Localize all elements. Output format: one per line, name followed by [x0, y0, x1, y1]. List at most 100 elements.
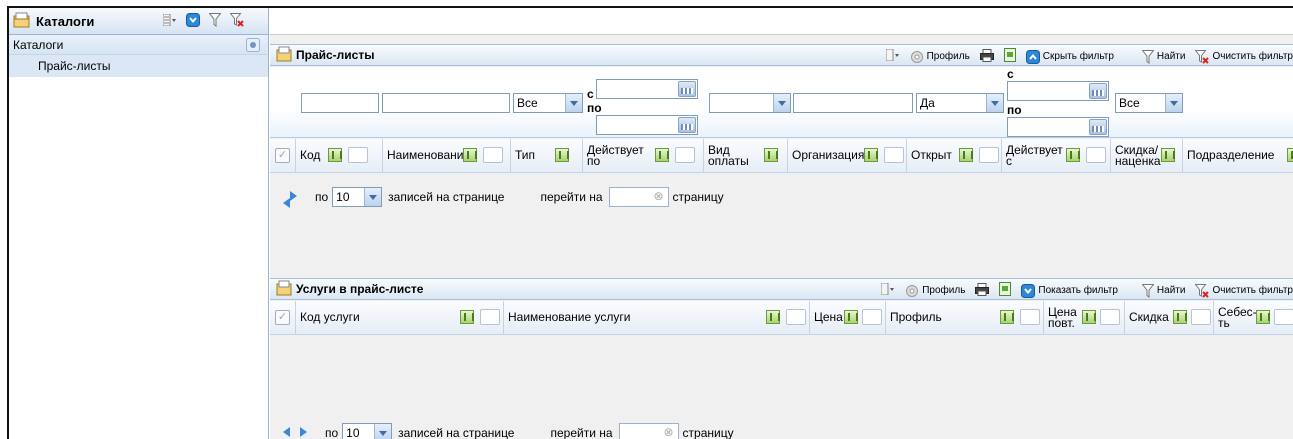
columns-menu-icon[interactable] [162, 13, 177, 29]
organization-filter-input[interactable] [793, 93, 913, 113]
find-button[interactable]: Найти [1141, 283, 1185, 298]
column-settings-icon[interactable] [764, 148, 778, 162]
column-filter-box[interactable] [1086, 147, 1106, 163]
column-settings-icon[interactable] [655, 148, 669, 162]
chevron-down-icon[interactable] [1165, 94, 1182, 112]
valid-from-from-input[interactable] [1007, 81, 1109, 101]
prev-page-icon[interactable] [281, 426, 291, 439]
clear-filter-icon[interactable] [229, 13, 244, 30]
column-settings-icon[interactable] [864, 148, 878, 162]
print-icon[interactable] [975, 282, 990, 299]
column-filter-box[interactable] [786, 309, 806, 325]
column-filter-box[interactable] [979, 147, 999, 163]
column-payment-type[interactable]: Вид оплаты [704, 139, 788, 172]
export-icon[interactable] [1003, 48, 1016, 65]
column-settings-icon[interactable] [1173, 310, 1187, 324]
column-settings-icon[interactable] [959, 148, 973, 162]
column-filter-box[interactable] [1020, 309, 1040, 325]
open-filter-select[interactable]: Да [916, 93, 1004, 113]
tree-settings-icon[interactable] [246, 38, 260, 55]
column-filter-box[interactable] [1100, 309, 1120, 325]
column-settings-icon[interactable] [555, 148, 569, 162]
valid-to-to-input[interactable] [596, 115, 698, 135]
clear-filter-button[interactable]: Очистить фильтр [1195, 49, 1293, 64]
columns-menu-icon[interactable] [885, 48, 900, 64]
column-settings-icon[interactable] [1161, 148, 1175, 162]
column-profile[interactable]: Профиль [886, 301, 1044, 334]
chevron-down-icon[interactable] [565, 94, 582, 112]
column-settings-icon[interactable] [460, 310, 474, 324]
select-all-checkbox[interactable]: ✓ [270, 301, 296, 334]
tree-root[interactable]: Каталоги [9, 35, 268, 55]
profile-button[interactable]: Профиль [910, 50, 970, 64]
column-filter-box[interactable] [884, 147, 904, 163]
chevron-down-icon[interactable] [364, 188, 382, 206]
column-settings-icon[interactable] [1256, 310, 1270, 324]
column-settings-icon[interactable] [1082, 310, 1096, 324]
collapse-filter-icon[interactable] [186, 13, 200, 30]
column-filter-box[interactable] [1191, 309, 1211, 325]
discount-filter-select[interactable]: Все [1115, 93, 1183, 113]
find-button[interactable]: Найти [1141, 49, 1185, 64]
column-filter-box[interactable] [480, 309, 500, 325]
code-filter-input[interactable] [301, 93, 379, 113]
column-settings-icon[interactable] [1287, 148, 1293, 162]
clear-icon[interactable]: ⊗ [663, 425, 673, 439]
hide-filter-button[interactable]: Скрыть фильтр [1025, 49, 1114, 64]
column-filter-box[interactable] [483, 147, 503, 163]
payment-type-select[interactable] [709, 93, 791, 113]
next-page-icon[interactable] [289, 190, 299, 205]
export-icon[interactable] [999, 282, 1012, 299]
column-settings-icon[interactable] [328, 148, 342, 162]
column-service-name[interactable]: Наименование услуги [504, 301, 810, 334]
column-open[interactable]: Открыт [907, 139, 1002, 172]
column-settings-icon[interactable] [766, 310, 780, 324]
column-price[interactable]: Цена [810, 301, 886, 334]
column-repeat-price[interactable]: Цена повт. [1044, 301, 1125, 334]
column-settings-icon[interactable] [1066, 148, 1080, 162]
column-name[interactable]: Наименование [383, 139, 511, 172]
column-code[interactable]: Код [296, 139, 383, 172]
column-organization[interactable]: Организация [788, 139, 907, 172]
per-page-select[interactable]: 10 [342, 423, 393, 439]
show-filter-button[interactable]: Показать фильтр [1021, 283, 1118, 298]
calendar-icon[interactable] [1089, 119, 1107, 135]
clear-filter-button[interactable]: Очистить фильтр [1195, 283, 1293, 298]
calendar-icon[interactable] [678, 117, 696, 133]
column-valid-from[interactable]: Действует с [1002, 139, 1111, 172]
calendar-icon[interactable] [678, 81, 696, 97]
column-settings-icon[interactable] [844, 310, 858, 324]
column-filter-box[interactable] [348, 147, 368, 163]
column-filter-box[interactable] [1274, 309, 1293, 325]
column-discount[interactable]: Скидка/ наценка [1111, 139, 1183, 172]
find-filter-icon[interactable] [208, 13, 222, 30]
column-filter-box[interactable] [675, 147, 695, 163]
valid-to-from-input[interactable] [596, 79, 698, 99]
calendar-icon[interactable] [1089, 83, 1107, 99]
column-type[interactable]: Тип [511, 139, 583, 172]
column-service-code[interactable]: Код услуги [296, 301, 504, 334]
chevron-down-icon[interactable] [374, 424, 392, 439]
clear-icon[interactable]: ⊗ [653, 189, 663, 203]
column-cost[interactable]: Себес-ть [1214, 301, 1293, 334]
column-discount[interactable]: Скидка [1125, 301, 1214, 334]
per-page-select[interactable]: 10 [332, 187, 383, 207]
print-icon[interactable] [979, 48, 994, 65]
type-filter-select[interactable]: Все [513, 93, 583, 113]
column-filter-box[interactable] [862, 309, 882, 325]
tree-item-price-lists[interactable]: Прайс-листы [9, 55, 268, 77]
profile-button[interactable]: Профиль [905, 284, 965, 298]
column-department[interactable]: Подразделение [1183, 139, 1293, 172]
chevron-down-icon[interactable] [773, 94, 790, 112]
column-settings-icon[interactable] [1000, 310, 1014, 324]
name-filter-input[interactable] [382, 93, 510, 113]
columns-menu-icon[interactable] [880, 282, 895, 298]
column-settings-icon[interactable] [463, 148, 477, 162]
goto-page-input[interactable]: ⊗ [618, 423, 679, 439]
column-valid-to[interactable]: Действует по [583, 139, 704, 172]
select-all-checkbox[interactable]: ✓ [270, 139, 296, 172]
valid-from-to-input[interactable] [1007, 117, 1109, 137]
goto-page-input[interactable]: ⊗ [608, 187, 669, 207]
chevron-down-icon[interactable] [986, 94, 1003, 112]
next-page-icon[interactable] [299, 426, 309, 439]
